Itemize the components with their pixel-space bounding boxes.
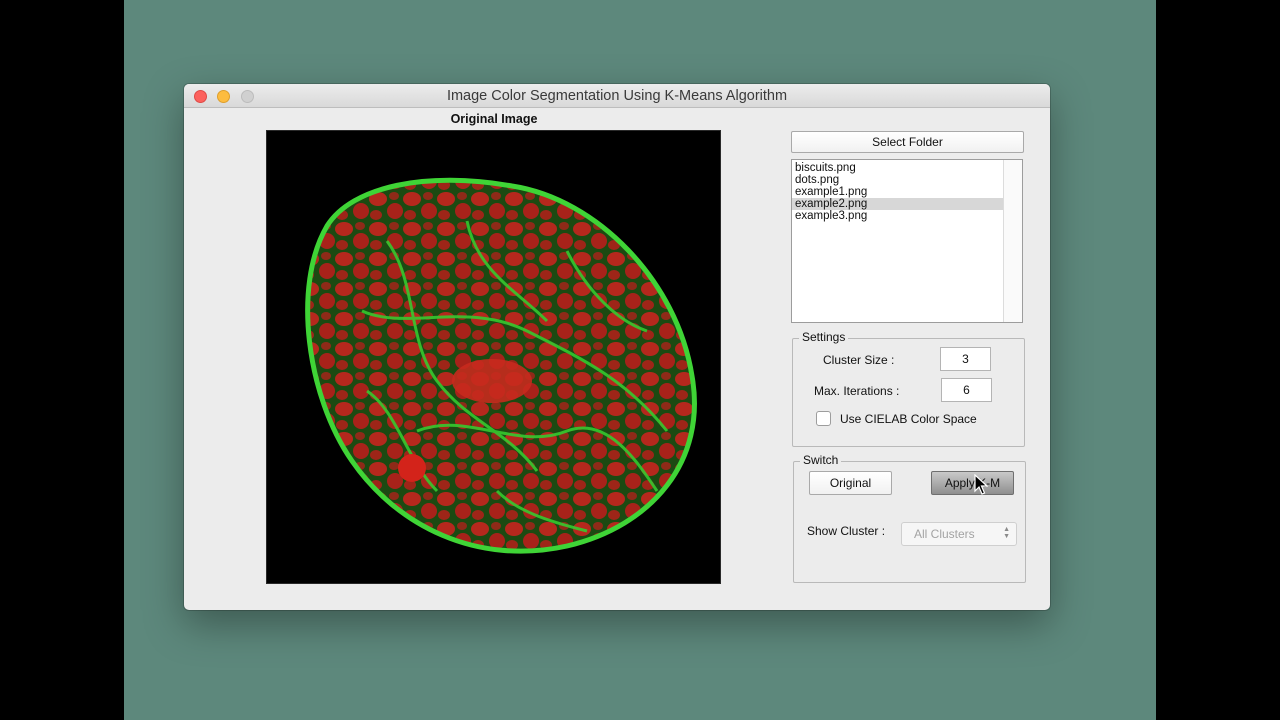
list-item[interactable]: example3.png [792, 210, 1003, 222]
show-cluster-value: All Clusters [914, 527, 975, 541]
apply-kmeans-button[interactable]: Apply K-M [931, 471, 1014, 495]
mouse-pointer-icon [974, 474, 988, 495]
list-item-selected[interactable]: example2.png [792, 198, 1003, 210]
cielab-checkbox[interactable] [816, 411, 831, 426]
app-window: Image Color Segmentation Using K-Means A… [184, 84, 1050, 610]
show-cluster-select[interactable]: All Clusters ▲ ▼ [901, 522, 1017, 546]
original-button[interactable]: Original [809, 471, 892, 495]
list-item[interactable]: dots.png [792, 174, 1003, 186]
file-listbox[interactable]: biscuits.png dots.png example1.png examp… [791, 159, 1023, 323]
max-iterations-field[interactable]: 6 [941, 378, 992, 402]
select-folder-button[interactable]: Select Folder [791, 131, 1024, 153]
image-axes-title: Original Image [450, 112, 538, 126]
max-iterations-label: Max. Iterations : [814, 384, 900, 398]
settings-panel-title: Settings [799, 330, 849, 344]
cluster-size-field[interactable]: 3 [940, 347, 991, 371]
show-cluster-label: Show Cluster : [807, 524, 886, 538]
list-item[interactable]: biscuits.png [792, 162, 1003, 174]
cielab-label: Use CIELAB Color Space [840, 412, 977, 426]
image-display [266, 130, 721, 584]
cell-image [267, 131, 720, 583]
list-item[interactable]: example1.png [792, 186, 1003, 198]
cluster-size-label: Cluster Size : [823, 353, 895, 367]
switch-panel-title: Switch [800, 453, 842, 467]
window-title: Image Color Segmentation Using K-Means A… [446, 88, 788, 104]
title-bar[interactable]: Image Color Segmentation Using K-Means A… [184, 84, 1050, 108]
up-down-arrows-icon: ▲ ▼ [1003, 526, 1010, 540]
listbox-scrollbar[interactable] [1003, 160, 1022, 322]
